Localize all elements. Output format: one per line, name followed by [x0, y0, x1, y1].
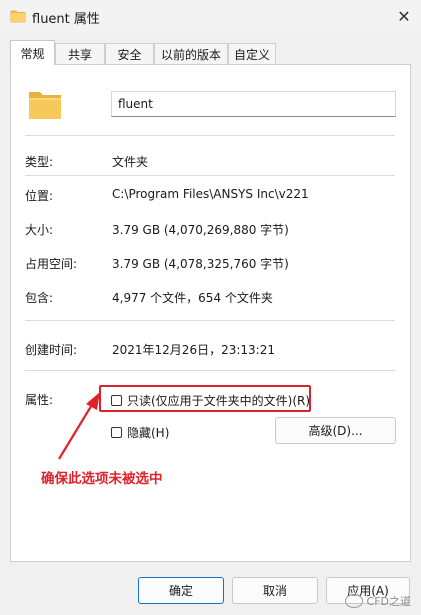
divider: [25, 320, 395, 321]
watermark: CFD之道: [344, 593, 411, 609]
ok-button-label: 确定: [168, 584, 193, 598]
folder-icon: [10, 9, 26, 26]
title-bar: fluent 属性 ✕: [0, 0, 421, 32]
close-icon: ✕: [397, 6, 411, 26]
window-title: fluent 属性: [32, 12, 100, 27]
annotation-text: 确保此选项未被选中: [41, 471, 163, 487]
contains-value: 4,977 个文件，654 个文件夹: [112, 291, 273, 305]
hidden-checkbox[interactable]: 隐藏(H): [111, 424, 169, 441]
ok-button[interactable]: 确定: [138, 577, 224, 604]
advanced-button-label: 高级(D)...: [308, 424, 363, 438]
type-value: 文件夹: [112, 155, 149, 169]
folder-name-input[interactable]: [111, 91, 396, 117]
checkbox-box[interactable]: [111, 427, 122, 438]
tab-security[interactable]: 安全: [105, 43, 154, 64]
disk-size-value: 3.79 GB (4,078,325,760 字节): [112, 257, 289, 271]
location-label: 位置:: [25, 189, 54, 203]
tab-label: 共享: [67, 47, 92, 62]
tab-label: 常规: [20, 46, 45, 61]
readonly-checkbox[interactable]: 只读(仅应用于文件夹中的文件)(R): [111, 392, 310, 409]
cancel-button-label: 取消: [262, 584, 287, 598]
tab-customize[interactable]: 自定义: [228, 43, 276, 64]
size-label: 大小:: [25, 223, 54, 237]
attributes-label: 属性:: [25, 393, 54, 407]
location-value: C:\Program Files\ANSYS Inc\v221: [112, 187, 309, 201]
hidden-label: 隐藏(H): [127, 426, 170, 440]
type-label: 类型:: [25, 155, 54, 169]
tab-sharing[interactable]: 共享: [55, 43, 105, 64]
tab-label: 自定义: [233, 47, 270, 62]
tab-label: 安全: [117, 47, 142, 62]
checkbox-box[interactable]: [111, 395, 122, 406]
created-value: 2021年12月26日，23:13:21: [112, 343, 275, 357]
size-value: 3.79 GB (4,070,269,880 字节): [112, 223, 289, 237]
cancel-button[interactable]: 取消: [232, 577, 318, 604]
disk-size-label: 占用空间:: [25, 257, 78, 271]
tab-general[interactable]: 常规: [10, 40, 55, 65]
divider: [25, 135, 395, 136]
advanced-button[interactable]: 高级(D)...: [275, 417, 396, 444]
divider: [25, 175, 395, 176]
folder-icon: [28, 89, 62, 124]
close-button[interactable]: ✕: [387, 0, 421, 32]
tab-label: 以前的版本: [160, 47, 221, 62]
wechat-icon: [344, 594, 363, 608]
created-label: 创建时间:: [25, 343, 78, 357]
tab-previous-versions[interactable]: 以前的版本: [154, 43, 228, 64]
contains-label: 包含:: [25, 291, 54, 305]
general-panel: 类型: 文件夹 位置: C:\Program Files\ANSYS Inc\v…: [10, 64, 411, 562]
readonly-label: 只读(仅应用于文件夹中的文件)(R): [127, 394, 311, 408]
watermark-text: CFD之道: [366, 595, 411, 608]
divider: [25, 370, 395, 371]
